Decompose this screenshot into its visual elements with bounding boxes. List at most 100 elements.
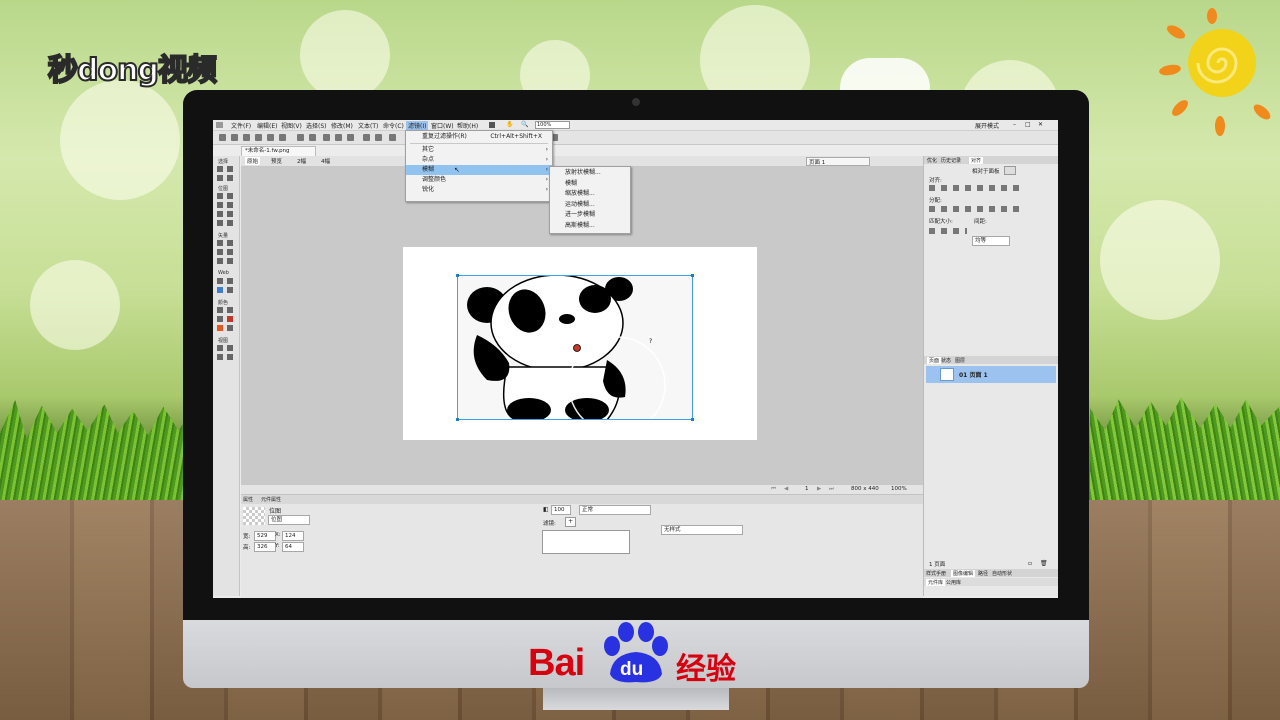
undo-icon[interactable] bbox=[297, 134, 304, 141]
menu-command[interactable]: 命令(C) bbox=[383, 121, 404, 130]
submenu-item-gaussian-blur[interactable]: 高斯模糊... bbox=[550, 221, 630, 231]
slice-tool-icon[interactable] bbox=[227, 278, 233, 284]
match-size-buttons[interactable] bbox=[929, 228, 967, 234]
menu-item-blur[interactable]: 模糊 ↖ › bbox=[406, 165, 552, 175]
rectangle-tool-icon[interactable] bbox=[217, 249, 223, 255]
pointer-tool-icon[interactable] bbox=[217, 166, 223, 172]
tab-states[interactable]: 状态 bbox=[941, 357, 951, 364]
line-tool-icon[interactable] bbox=[217, 240, 223, 246]
new-page-icon[interactable]: ▫ bbox=[1028, 560, 1032, 567]
relative-to-icon[interactable] bbox=[1004, 166, 1016, 175]
prev-page-icon[interactable]: ◀ bbox=[784, 486, 788, 492]
hand-icon[interactable]: ✋ bbox=[506, 121, 513, 128]
menu-modify[interactable]: 修改(M) bbox=[331, 121, 353, 130]
tab-symbol-library[interactable]: 元件库 bbox=[926, 579, 946, 586]
cut-icon[interactable] bbox=[323, 134, 330, 141]
pencil-tool-icon[interactable] bbox=[217, 211, 223, 217]
default-colors-icon[interactable] bbox=[227, 325, 233, 331]
distribute-buttons[interactable] bbox=[929, 206, 1019, 212]
workspace-switcher[interactable]: 展开模式 bbox=[975, 121, 999, 130]
tab-path[interactable]: 路径 bbox=[978, 570, 988, 577]
tab-2up[interactable]: 2幅 bbox=[297, 157, 306, 165]
submenu-item-blur[interactable]: 模糊 bbox=[550, 179, 630, 189]
menu-help[interactable]: 帮助(H) bbox=[457, 121, 478, 130]
knife-tool-icon[interactable] bbox=[227, 258, 233, 264]
zoom-tool-icon[interactable] bbox=[227, 354, 233, 360]
next-page-icon[interactable]: ▶ bbox=[817, 486, 821, 492]
align-buttons[interactable] bbox=[929, 185, 1019, 191]
selection-handle[interactable] bbox=[456, 418, 459, 421]
menu-file[interactable]: 文件(F) bbox=[231, 121, 251, 130]
new-icon[interactable] bbox=[219, 134, 226, 141]
zoom-icon[interactable]: 🔍 bbox=[521, 121, 528, 128]
align-icon[interactable] bbox=[389, 134, 396, 141]
delete-page-icon[interactable]: 🗑 bbox=[1040, 560, 1048, 567]
fill-color-icon[interactable] bbox=[227, 316, 233, 322]
style-select[interactable]: 无样式 bbox=[661, 525, 743, 535]
menu-window[interactable]: 窗口(W) bbox=[431, 121, 454, 130]
menu-view[interactable]: 视图(V) bbox=[281, 121, 302, 130]
zoom-select[interactable]: 100% bbox=[535, 121, 570, 129]
group-icon[interactable] bbox=[363, 134, 370, 141]
blend-mode-select[interactable]: 正常 bbox=[579, 505, 651, 515]
selection-handle[interactable] bbox=[456, 274, 459, 277]
menu-edit[interactable]: 编辑(E) bbox=[257, 121, 277, 130]
add-filter-button[interactable]: + bbox=[565, 517, 576, 527]
tab-style-book[interactable]: 样式手册 bbox=[926, 570, 946, 577]
minimize-button[interactable]: – bbox=[1013, 121, 1016, 128]
tab-auto-shapes[interactable]: 自动形状 bbox=[992, 570, 1012, 577]
text-tool-icon[interactable] bbox=[227, 249, 233, 255]
tab-4up[interactable]: 4幅 bbox=[321, 157, 330, 165]
menu-item-repeat-filter[interactable]: 重复过滤操作(R) Ctrl+Alt+Shift+X bbox=[406, 132, 552, 142]
tab-layers[interactable]: 图层 bbox=[955, 357, 965, 364]
crop-tool-icon[interactable] bbox=[227, 175, 233, 181]
hotspot-tool-icon[interactable] bbox=[217, 278, 223, 284]
standard-screen-icon[interactable] bbox=[217, 345, 223, 351]
tab-original[interactable]: 原始 bbox=[245, 157, 261, 165]
magic-wand-tool-icon[interactable] bbox=[217, 202, 223, 208]
freeform-tool-icon[interactable] bbox=[217, 258, 223, 264]
page-list-item[interactable]: 01 页面 1 bbox=[926, 366, 1056, 383]
brush-tool-icon[interactable] bbox=[227, 202, 233, 208]
menu-text[interactable]: 文本(T) bbox=[358, 121, 378, 130]
import-icon[interactable] bbox=[255, 134, 262, 141]
show-slices-icon[interactable] bbox=[227, 287, 233, 293]
selection-bounds[interactable] bbox=[456, 274, 694, 421]
selection-handle[interactable] bbox=[691, 418, 694, 421]
lasso-tool-icon[interactable] bbox=[227, 193, 233, 199]
close-button[interactable]: ✕ bbox=[1038, 121, 1043, 128]
pen-tool-icon[interactable] bbox=[227, 240, 233, 246]
print-icon[interactable] bbox=[279, 134, 286, 141]
export-icon[interactable] bbox=[267, 134, 274, 141]
scale-tool-icon[interactable] bbox=[217, 175, 223, 181]
opacity-field[interactable]: 100 bbox=[551, 505, 571, 515]
menu-item-sharpen[interactable]: 锐化 › bbox=[406, 185, 552, 195]
menu-filters[interactable]: 滤镜(I) bbox=[406, 121, 429, 130]
stroke-color-icon[interactable] bbox=[217, 316, 223, 322]
hand-tool-icon[interactable] bbox=[217, 354, 223, 360]
submenu-item-blur-more[interactable]: 进一步模糊 bbox=[550, 210, 630, 220]
redo-icon[interactable] bbox=[309, 134, 316, 141]
x-field[interactable]: 124 bbox=[282, 531, 304, 541]
tab-pages[interactable]: 页面 bbox=[927, 357, 942, 364]
tab-preview[interactable]: 预览 bbox=[271, 157, 282, 165]
menu-select[interactable]: 选择(S) bbox=[306, 121, 327, 130]
hide-slices-icon[interactable] bbox=[217, 287, 223, 293]
tab-history[interactable]: 历史记录 bbox=[941, 157, 961, 164]
tab-properties[interactable]: 属性 bbox=[243, 496, 253, 503]
swap-colors-icon[interactable] bbox=[217, 325, 223, 331]
submenu-item-motion-blur[interactable]: 运动模糊... bbox=[550, 200, 630, 210]
document-canvas[interactable]: ? bbox=[403, 247, 757, 440]
tab-align[interactable]: 对齐 bbox=[969, 157, 984, 164]
height-field[interactable]: 326 bbox=[254, 542, 276, 552]
subselect-tool-icon[interactable] bbox=[227, 166, 233, 172]
tab-common-library[interactable]: 公用库 bbox=[946, 579, 961, 586]
full-screen-icon[interactable] bbox=[227, 345, 233, 351]
marquee-tool-icon[interactable] bbox=[217, 193, 223, 199]
layout-icon[interactable] bbox=[489, 122, 495, 128]
open-icon[interactable] bbox=[231, 134, 238, 141]
first-page-icon[interactable]: ⏮ bbox=[771, 486, 776, 493]
menu-item-noise[interactable]: 杂点 › bbox=[406, 155, 552, 165]
page-select[interactable]: 页面 1 bbox=[806, 157, 870, 166]
status-zoom[interactable]: 100% bbox=[891, 486, 907, 492]
